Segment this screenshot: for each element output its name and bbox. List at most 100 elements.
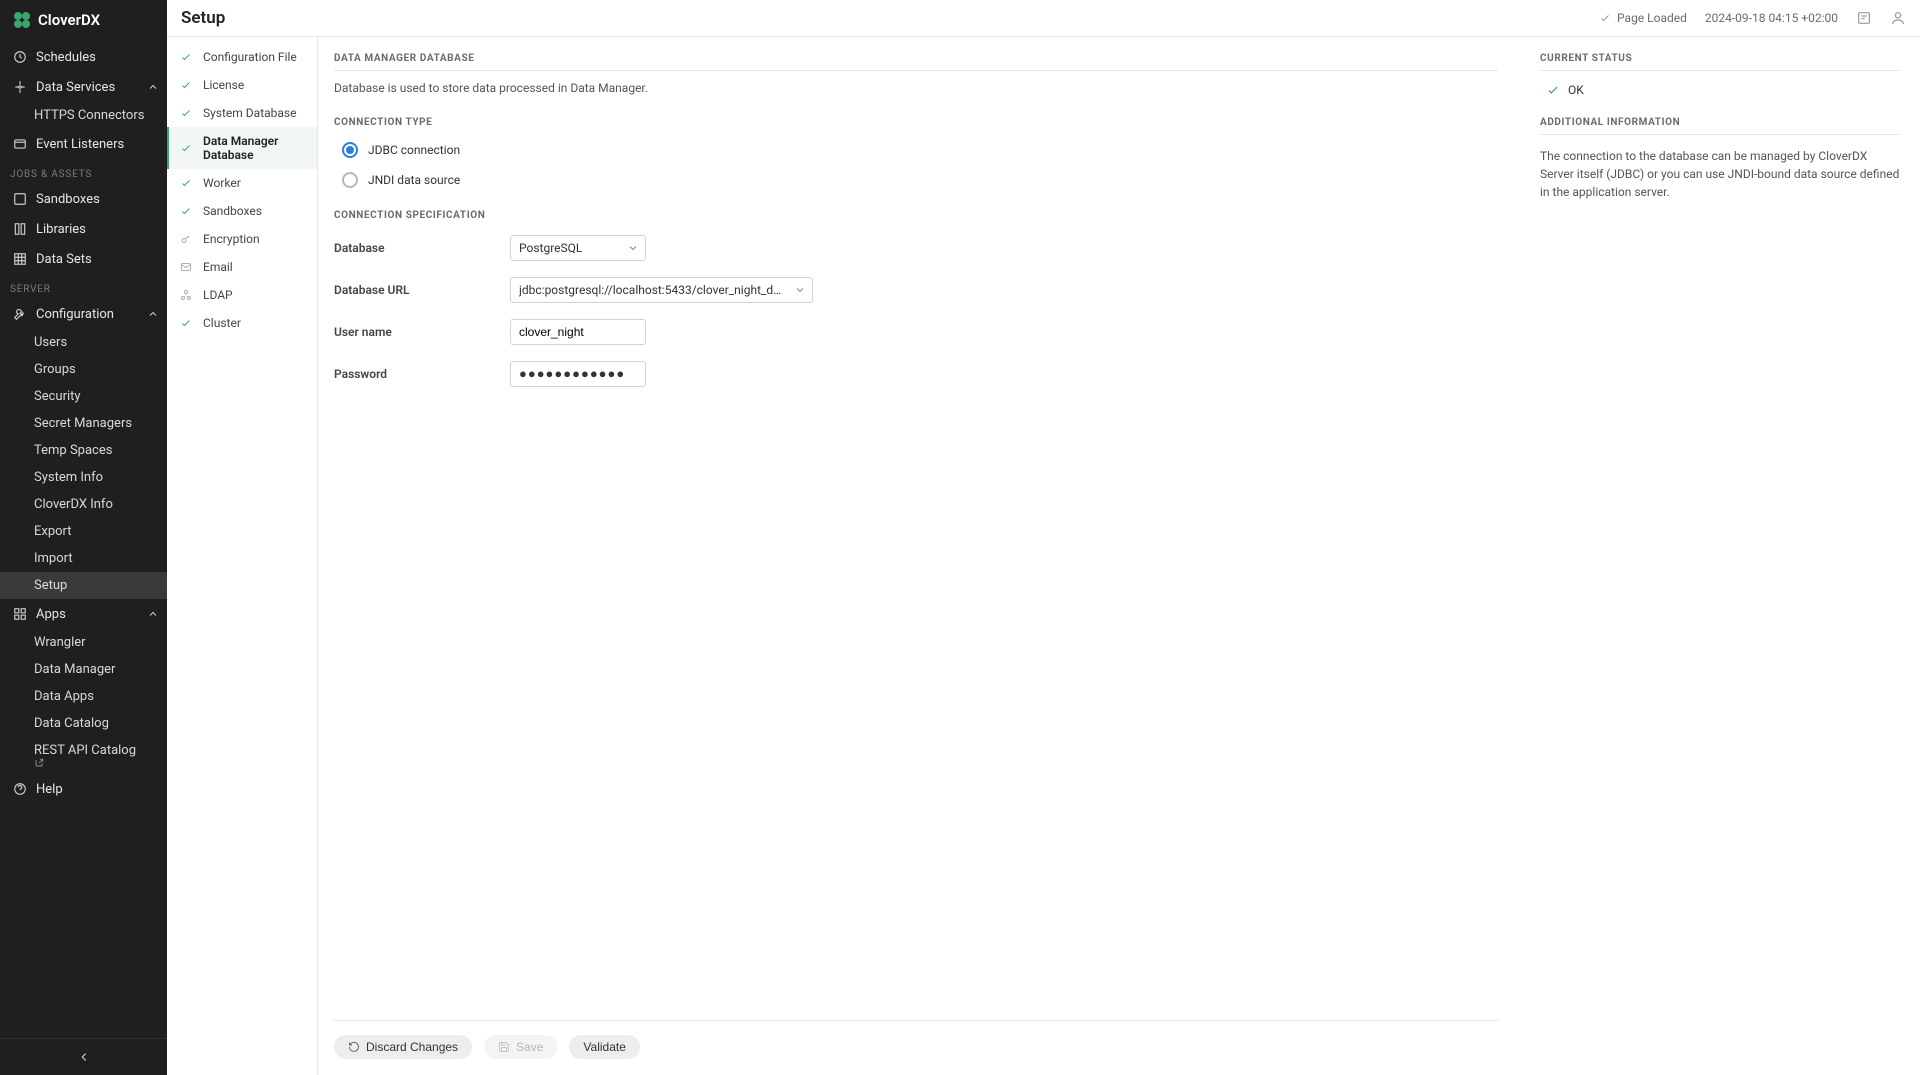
username-input[interactable] <box>519 325 637 339</box>
sidebar-label: Libraries <box>36 222 86 237</box>
setup-item-system-database[interactable]: System Database <box>167 99 317 127</box>
label-password: Password <box>334 367 510 381</box>
setup-item-email[interactable]: Email <box>167 253 317 281</box>
chevron-down-icon <box>794 284 806 296</box>
status-ok-row: OK <box>1546 83 1900 97</box>
setup-item-license[interactable]: License <box>167 71 317 99</box>
form-row-database: Database PostgreSQL <box>334 235 1498 261</box>
clover-logo-icon <box>12 10 32 30</box>
page-header: Setup Page Loaded 2024-09-18 04:15 +02:0… <box>167 0 1920 37</box>
setup-item-data-manager-database[interactable]: Data Manager Database <box>167 127 317 169</box>
body-row: Configuration File License System Databa… <box>167 37 1920 1075</box>
radio-jndi-data-source[interactable]: JNDI data source <box>342 172 1498 188</box>
sidebar-sub-data-manager[interactable]: Data Manager <box>0 656 167 683</box>
clock-icon <box>12 49 28 65</box>
notes-button[interactable] <box>1856 10 1872 26</box>
main-area: Setup Page Loaded 2024-09-18 04:15 +02:0… <box>167 0 1920 1075</box>
setup-item-label: Email <box>203 260 233 274</box>
section-connection-type: CONNECTION TYPE <box>334 117 1498 128</box>
radio-button-icon <box>342 172 358 188</box>
sidebar-sub-security[interactable]: Security <box>0 383 167 410</box>
chevron-left-icon <box>77 1050 91 1064</box>
sidebar-label: Configuration <box>36 307 114 322</box>
undo-icon <box>348 1041 360 1053</box>
username-input-wrapper <box>510 319 646 345</box>
email-icon <box>179 260 193 274</box>
sidebar-section-jobs: JOBS & ASSETS <box>0 159 167 184</box>
data-services-icon <box>12 79 28 95</box>
setup-item-sandboxes[interactable]: Sandboxes <box>167 197 317 225</box>
check-icon <box>179 78 193 92</box>
page-title: Setup <box>181 8 225 28</box>
sidebar-sub-export[interactable]: Export <box>0 518 167 545</box>
sidebar-sub-groups[interactable]: Groups <box>0 356 167 383</box>
validate-button[interactable]: Validate <box>569 1035 639 1059</box>
info-column: CURRENT STATUS OK ADDITIONAL INFORMATION… <box>1518 37 1920 1075</box>
discard-changes-button[interactable]: Discard Changes <box>334 1035 472 1059</box>
setup-item-ldap[interactable]: LDAP <box>167 281 317 309</box>
sidebar-sub-temp-spaces[interactable]: Temp Spaces <box>0 437 167 464</box>
sidebar-item-sandboxes[interactable]: Sandboxes <box>0 184 167 214</box>
button-label: Discard Changes <box>366 1040 458 1054</box>
page-loaded-status: Page Loaded <box>1599 11 1687 25</box>
sidebar-label: Data Sets <box>36 252 92 267</box>
event-listeners-icon <box>12 136 28 152</box>
sidebar-sub-import[interactable]: Import <box>0 545 167 572</box>
check-icon <box>1599 12 1611 24</box>
select-value: PostgreSQL <box>519 241 582 255</box>
sidebar-section-server: SERVER <box>0 274 167 299</box>
radio-label: JNDI data source <box>368 173 460 187</box>
sidebar-item-data-services[interactable]: Data Services <box>0 72 167 102</box>
apps-icon <box>12 606 28 622</box>
button-label: Validate <box>583 1040 625 1054</box>
chevron-up-icon <box>147 608 159 620</box>
database-select[interactable]: PostgreSQL <box>510 235 646 261</box>
check-icon <box>179 316 193 330</box>
sidebar-sub-rest-api-catalog[interactable]: REST API Catalog <box>0 737 167 774</box>
setup-item-worker[interactable]: Worker <box>167 169 317 197</box>
save-icon <box>498 1041 510 1053</box>
help-icon <box>12 781 28 797</box>
database-url-combo[interactable]: jdbc:postgresql://localhost:5433/clover_… <box>510 277 813 303</box>
sidebar-sub-wrangler[interactable]: Wrangler <box>0 629 167 656</box>
ldap-icon <box>179 288 193 302</box>
wrench-icon <box>12 306 28 322</box>
page-loaded-label: Page Loaded <box>1617 11 1687 25</box>
sidebar-label: Help <box>36 782 63 797</box>
sidebar-label: Sandboxes <box>36 192 100 207</box>
check-icon <box>1546 83 1560 97</box>
sidebar-label: Data Services <box>36 80 115 95</box>
combo-value: jdbc:postgresql://localhost:5433/clover_… <box>519 283 789 297</box>
sidebar-sub-users[interactable]: Users <box>0 329 167 356</box>
sidebar-sub-data-apps[interactable]: Data Apps <box>0 683 167 710</box>
setup-item-encryption[interactable]: Encryption <box>167 225 317 253</box>
sidebar-footer <box>0 1038 167 1075</box>
sidebar-sub-setup[interactable]: Setup <box>0 572 167 599</box>
sidebar-sub-data-catalog[interactable]: Data Catalog <box>0 710 167 737</box>
left-sidebar: CloverDX Schedules Data Services HTTPS C… <box>0 0 167 1075</box>
info-head-current-status: CURRENT STATUS <box>1540 53 1900 71</box>
setup-item-config-file[interactable]: Configuration File <box>167 43 317 71</box>
sidebar-item-data-sets[interactable]: Data Sets <box>0 244 167 274</box>
header-right: Page Loaded 2024-09-18 04:15 +02:00 <box>1599 10 1906 26</box>
sidebar-item-schedules[interactable]: Schedules <box>0 42 167 72</box>
user-menu-button[interactable] <box>1890 10 1906 26</box>
password-input-wrapper[interactable]: ●●●●●●●●●●●● <box>510 361 646 387</box>
sidebar-item-libraries[interactable]: Libraries <box>0 214 167 244</box>
sidebar-item-event-listeners[interactable]: Event Listeners <box>0 129 167 159</box>
sidebar-item-configuration[interactable]: Configuration <box>0 299 167 329</box>
radio-jdbc-connection[interactable]: JDBC connection <box>342 142 1498 158</box>
section-connection-specification: CONNECTION SPECIFICATION <box>334 210 1498 221</box>
sidebar-item-help[interactable]: Help <box>0 774 167 804</box>
sidebar-item-apps[interactable]: Apps <box>0 599 167 629</box>
setup-item-label: System Database <box>203 106 296 120</box>
form-row-database-url: Database URL jdbc:postgresql://localhost… <box>334 277 1498 303</box>
sidebar-collapse-button[interactable] <box>0 1039 167 1075</box>
sidebar-sub-https-connectors[interactable]: HTTPS Connectors <box>0 102 167 129</box>
sidebar-sub-cloverdx-info[interactable]: CloverDX Info <box>0 491 167 518</box>
setup-item-label: LDAP <box>203 288 233 302</box>
sidebar-sub-system-info[interactable]: System Info <box>0 464 167 491</box>
setup-item-cluster[interactable]: Cluster <box>167 309 317 337</box>
password-mask: ●●●●●●●●●●●● <box>519 366 625 382</box>
sidebar-sub-secret-managers[interactable]: Secret Managers <box>0 410 167 437</box>
